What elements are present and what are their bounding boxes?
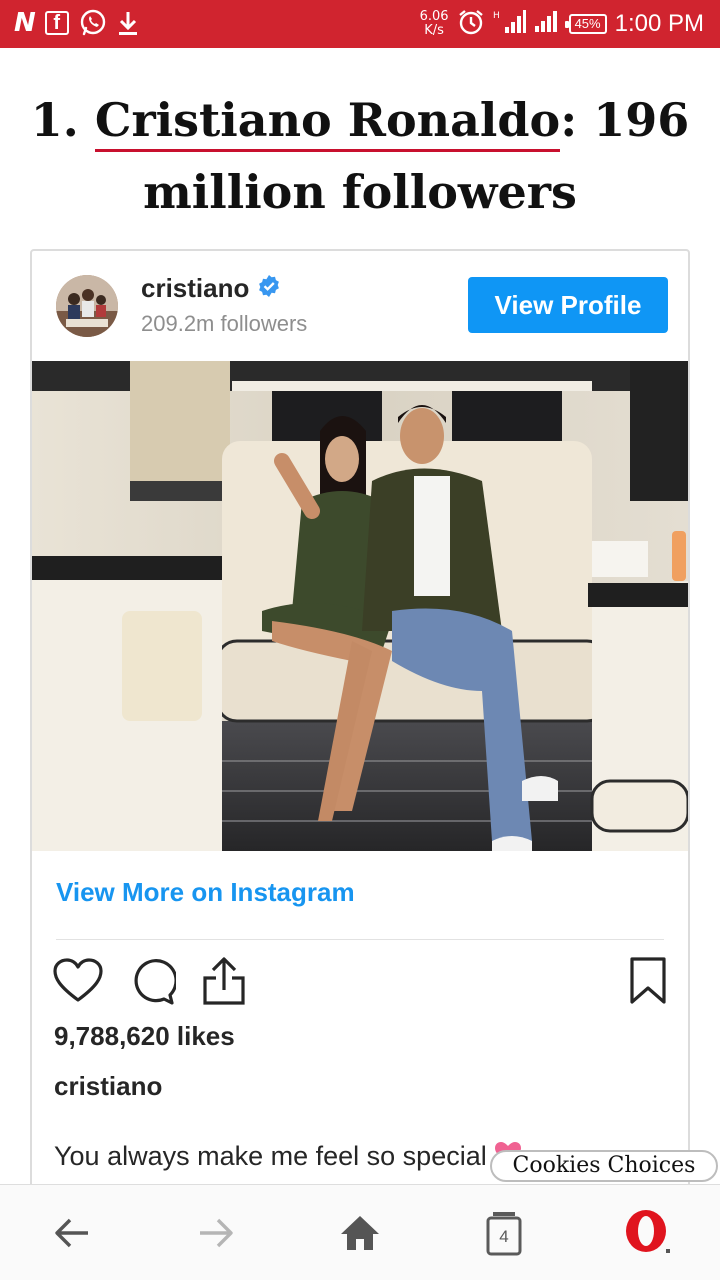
heading-rank: 1. [30, 93, 79, 147]
signal-icon-2 [534, 10, 561, 39]
share-icon[interactable] [196, 953, 252, 1009]
notification-icons: N f [14, 8, 139, 38]
username[interactable]: cristiano [141, 273, 249, 304]
post-image[interactable] [32, 361, 688, 851]
tabs-button[interactable]: 4 [472, 1203, 536, 1263]
instagram-embed: cristiano 209.2m followers View Profile [30, 249, 690, 1209]
system-indicators: 6.06 K/s H 45% 1:00 PM [420, 6, 704, 42]
heading-line2: million followers [143, 165, 577, 219]
home-icon[interactable] [328, 1203, 392, 1263]
cookies-choices-button[interactable]: Cookies Choices [490, 1150, 718, 1182]
post-caption: You always make me feel so special [54, 1141, 522, 1172]
n-news-icon: N [14, 8, 36, 38]
browser-bottom-bar: 4 [0, 1184, 720, 1280]
battery-indicator: 45% [564, 14, 607, 34]
like-heart-icon[interactable] [50, 953, 106, 1009]
bookmark-icon[interactable] [620, 953, 676, 1009]
like-count: 9,788,620 likes [54, 1021, 235, 1051]
heading-rest: : 196 [560, 93, 690, 147]
facebook-icon: f [44, 8, 69, 38]
signal-icon: H [493, 9, 527, 40]
user-line: cristiano [141, 273, 281, 304]
tab-count: 4 [499, 1227, 508, 1246]
article-heading: 1. Cristiano Ronaldo: 196 million follow… [30, 84, 690, 228]
network-speed: 6.06 K/s [419, 9, 449, 38]
view-more-instagram-link[interactable]: View More on Instagram [56, 877, 355, 908]
comment-icon[interactable] [124, 953, 180, 1009]
status-bar: N f 6.06 K/s H 45% 1:00 PM [0, 0, 720, 48]
back-arrow-icon[interactable] [40, 1203, 104, 1263]
embed-header: cristiano 209.2m followers View Profile [32, 251, 688, 361]
verified-badge-icon [257, 274, 281, 303]
post-owner[interactable]: cristiano [54, 1071, 162, 1102]
view-profile-button[interactable]: View Profile [468, 277, 668, 333]
divider [56, 939, 664, 940]
caption-text: You always make me feel so special [54, 1141, 487, 1171]
download-icon [117, 8, 139, 38]
svg-text:H: H [493, 11, 500, 21]
forward-arrow-icon[interactable] [184, 1203, 248, 1263]
alarm-icon [457, 8, 485, 41]
heading-name-link[interactable]: Cristiano Ronaldo [94, 93, 561, 152]
clock: 1:00 PM [614, 10, 704, 37]
post-actions [50, 953, 670, 1013]
follower-count: 209.2m followers [141, 311, 308, 336]
whatsapp-icon [79, 8, 107, 38]
avatar[interactable] [56, 275, 118, 337]
opera-menu-icon[interactable] [616, 1203, 680, 1263]
